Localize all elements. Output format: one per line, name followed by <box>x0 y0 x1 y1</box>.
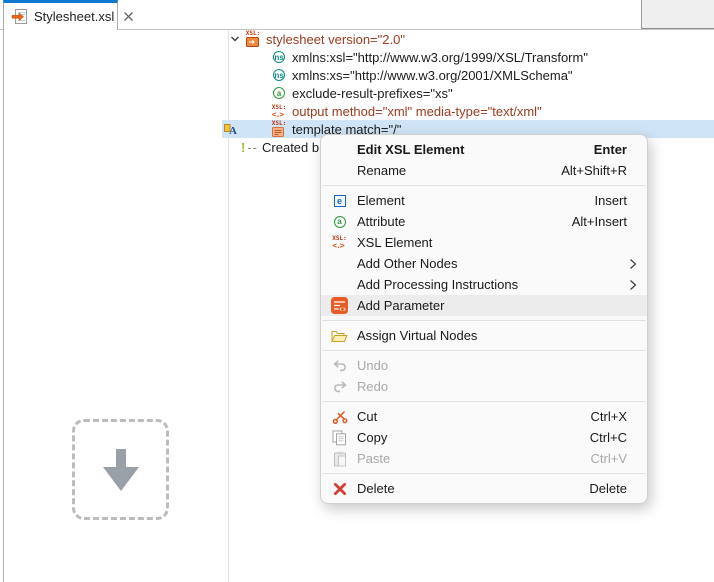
namespace-icon: ns <box>270 51 288 63</box>
tree-row-xmlns-xs[interactable]: ns xmlns:xs="http://www.w3.org/2001/XMLSc… <box>222 66 714 84</box>
tree-row-exclude-result-prefixes[interactable]: a exclude-result-prefixes="xs" <box>222 84 714 102</box>
menu-item-label: Element <box>357 193 405 208</box>
menu-icon-placeholder <box>331 141 348 158</box>
menu-shortcut: Alt+Shift+R <box>561 163 627 178</box>
tab-title: Stylesheet.xsl <box>34 9 114 24</box>
tab-bar: Stylesheet.xsl <box>0 0 714 30</box>
drop-target[interactable] <box>72 419 169 520</box>
menu-item-label: Copy <box>357 430 387 445</box>
menu-item-delete[interactable]: Delete Delete <box>321 478 647 499</box>
delete-icon <box>331 480 348 497</box>
comment-dashes: -- <box>247 140 258 155</box>
menu-item-label: Delete <box>357 481 395 496</box>
menu-item-label: Add Processing Instructions <box>357 277 518 292</box>
tree-row-label: xmlns:xs="http://www.w3.org/2001/XMLSche… <box>292 68 573 83</box>
menu-item-label: Rename <box>357 163 406 178</box>
menu-item-element[interactable]: e Element Insert <box>321 190 647 211</box>
tree-row-output[interactable]: XSL:<.> output method="xml" media-type="t… <box>222 102 714 120</box>
menu-item-label: Cut <box>357 409 377 424</box>
drop-arrow-icon <box>101 449 141 491</box>
comment-icon: ! <box>241 140 245 155</box>
cut-icon <box>331 408 348 425</box>
menu-separator <box>322 320 646 321</box>
menu-separator <box>322 473 646 474</box>
stylesheet-file-icon <box>11 8 28 25</box>
menu-icon-placeholder <box>331 255 348 272</box>
context-menu: Edit XSL ElementEnterRenameAlt+Shift+ReE… <box>320 134 648 504</box>
chevron-down-icon[interactable] <box>230 34 240 44</box>
copy-icon <box>331 429 348 446</box>
menu-item-label: Assign Virtual Nodes <box>357 328 477 343</box>
element-icon: e <box>331 192 348 209</box>
menu-item-add-parameter[interactable]: Add Parameter <box>321 295 647 316</box>
paste-icon <box>331 450 348 467</box>
redo-icon <box>331 378 348 395</box>
attribute-icon: a <box>331 213 348 230</box>
menu-item-label: Paste <box>357 451 390 466</box>
attribute-icon: a <box>270 87 288 99</box>
menu-item-undo: Undo <box>321 355 647 376</box>
tree-row-label: stylesheet version="2.0" <box>266 32 405 47</box>
tab-close-icon[interactable] <box>123 11 134 22</box>
inline-edit-icon: A <box>224 122 239 141</box>
tab-stylesheet[interactable]: Stylesheet.xsl <box>3 0 118 30</box>
menu-item-copy[interactable]: Copy Ctrl+C <box>321 427 647 448</box>
undo-icon <box>331 357 348 374</box>
menu-shortcut: Enter <box>594 142 627 157</box>
add-parameter-icon <box>331 297 348 314</box>
menu-separator <box>322 350 646 351</box>
tree-row-xmlns-xsl[interactable]: ns xmlns:xsl="http://www.w3.org/1999/XSL/… <box>222 48 714 66</box>
namespace-icon: ns <box>270 69 288 81</box>
menu-shortcut: Insert <box>594 193 627 208</box>
menu-shortcut: Alt+Insert <box>572 214 627 229</box>
menu-shortcut: Ctrl+X <box>591 409 627 424</box>
app-window: Stylesheet.xsl XSL: stylesheet version="2… <box>0 0 714 582</box>
menu-item-add-processing-instructions[interactable]: Add Processing Instructions <box>321 274 647 295</box>
folder-open-icon <box>331 327 348 344</box>
menu-item-edit-xsl-element[interactable]: Edit XSL Element Enter <box>321 139 647 160</box>
tree-row-label: xmlns:xsl="http://www.w3.org/1999/XSL/Tr… <box>292 50 588 65</box>
menu-shortcut: Ctrl+V <box>591 451 627 466</box>
tree-row-label: Created b <box>262 140 319 155</box>
xsl-template-icon: XSL: <box>270 121 288 137</box>
menu-item-label: Undo <box>357 358 388 373</box>
menu-icon-placeholder <box>331 162 348 179</box>
menu-item-label: Edit XSL Element <box>357 142 464 157</box>
menu-item-label: Redo <box>357 379 388 394</box>
tab-bar-right-area <box>641 0 714 29</box>
menu-item-add-other-nodes[interactable]: Add Other Nodes <box>321 253 647 274</box>
menu-item-cut[interactable]: Cut Ctrl+X <box>321 406 647 427</box>
submenu-arrow-icon <box>629 258 637 270</box>
svg-text:A: A <box>229 125 237 136</box>
menu-item-redo: Redo <box>321 376 647 397</box>
menu-separator <box>322 185 646 186</box>
menu-item-paste: Paste Ctrl+V <box>321 448 647 469</box>
tree-row-label: output method="xml" media-type="text/xml… <box>292 104 542 119</box>
menu-item-label: Attribute <box>357 214 405 229</box>
submenu-arrow-icon <box>629 279 637 291</box>
tree-row-stylesheet[interactable]: XSL: stylesheet version="2.0" <box>222 30 714 48</box>
menu-item-attribute[interactable]: a Attribute Alt+Insert <box>321 211 647 232</box>
menu-item-rename[interactable]: Rename Alt+Shift+R <box>321 160 647 181</box>
menu-item-label: Add Parameter <box>357 298 444 313</box>
tree-row-label: exclude-result-prefixes="xs" <box>292 86 453 101</box>
menu-icon-placeholder <box>331 276 348 293</box>
menu-item-label: XSL Element <box>357 235 432 250</box>
xsl-stylesheet-icon: XSL: <box>244 31 262 47</box>
menu-shortcut: Delete <box>589 481 627 496</box>
menu-shortcut: Ctrl+C <box>590 430 627 445</box>
xsl-element-icon: XSL:<.> <box>270 105 288 118</box>
menu-item-xsl-element[interactable]: XSL:<.> XSL Element <box>321 232 647 253</box>
menu-separator <box>322 401 646 402</box>
menu-item-label: Add Other Nodes <box>357 256 457 271</box>
menu-item-assign-virtual-nodes[interactable]: Assign Virtual Nodes <box>321 325 647 346</box>
xsl-element-icon: XSL:<.> <box>331 234 348 251</box>
